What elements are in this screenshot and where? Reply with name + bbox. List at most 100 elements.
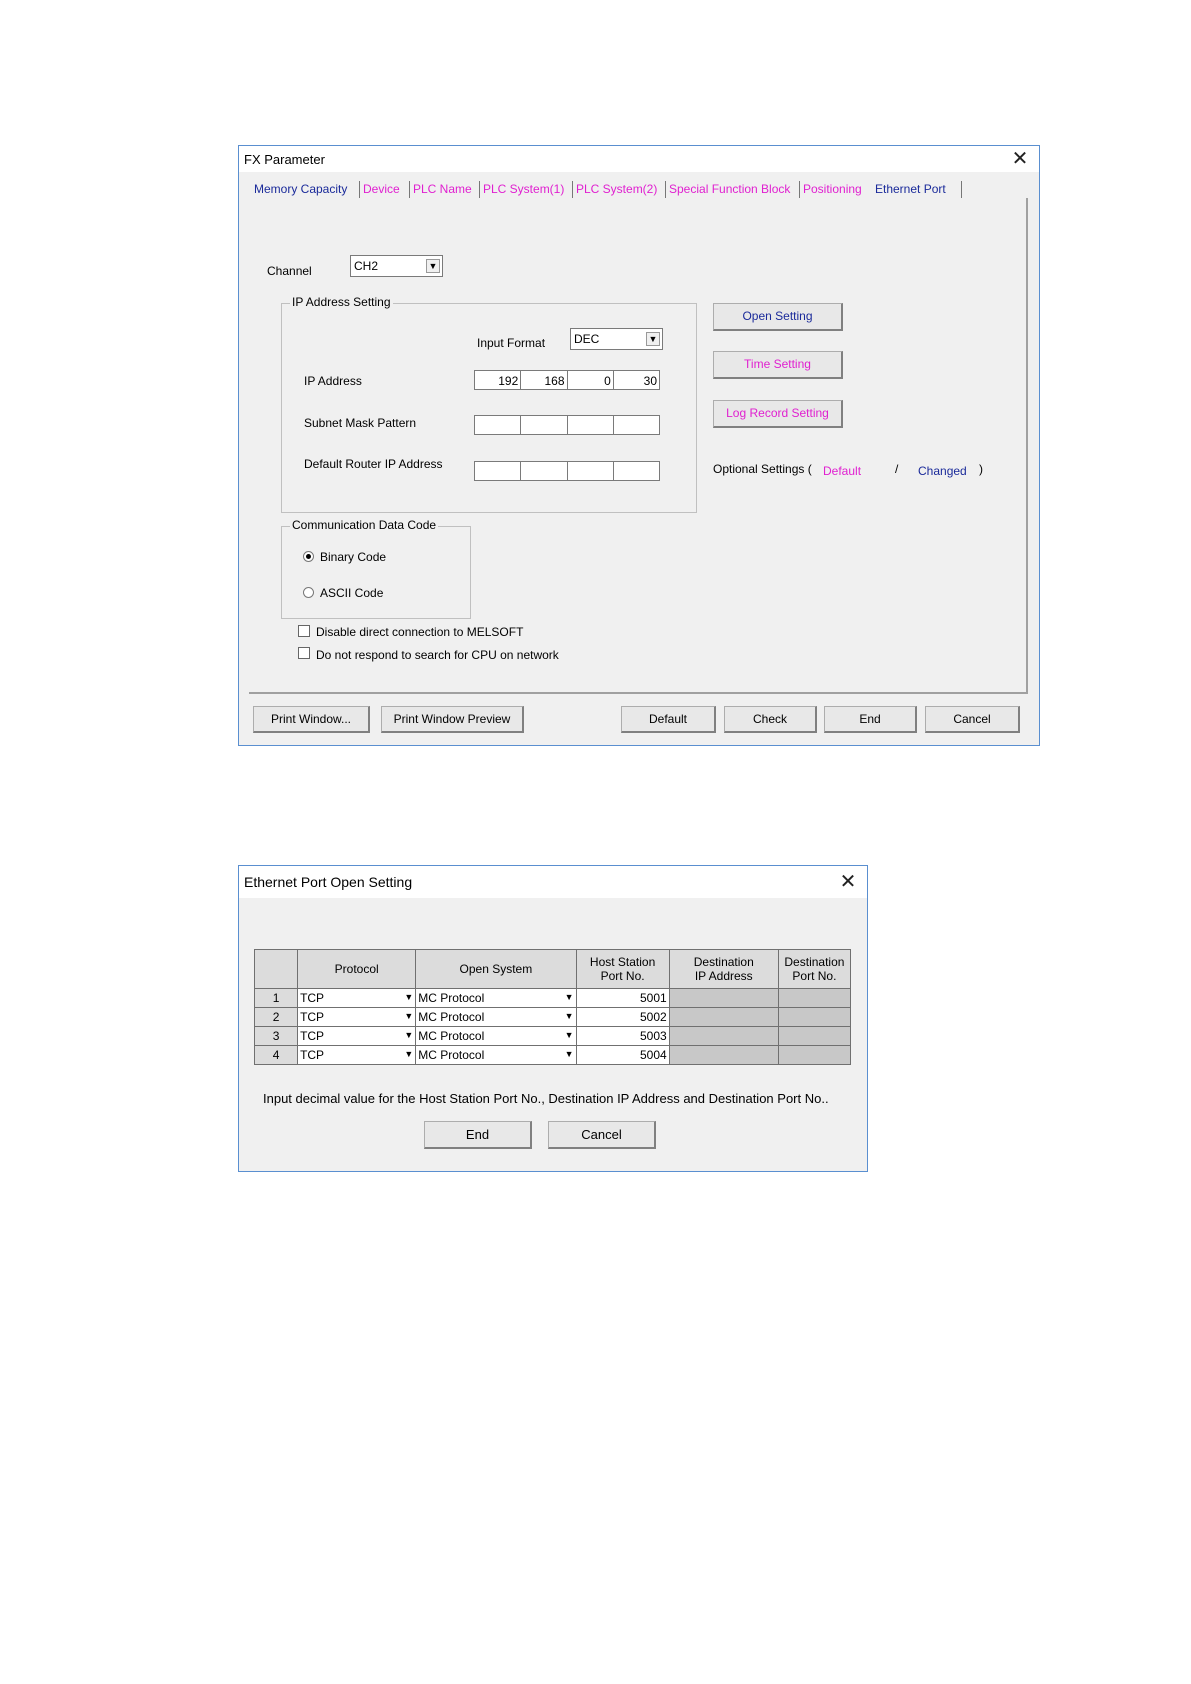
tab-plc-system-2[interactable]: PLC System(2) (576, 182, 657, 196)
ip-octet-1[interactable]: 192 (475, 371, 522, 389)
protocol-value: TCP (300, 991, 325, 1005)
optional-settings-label: Optional Settings ( (713, 462, 812, 476)
protocol-value: TCP (300, 1029, 325, 1043)
open-system-select[interactable]: MC Protocol ▼ (415, 988, 577, 1008)
communication-data-code-group: Communication Data Code (281, 518, 471, 619)
open-cancel-button[interactable]: Cancel (548, 1121, 656, 1149)
input-format-select[interactable]: DEC ▼ (570, 328, 663, 350)
router-octet-2[interactable] (521, 462, 568, 480)
protocol-select[interactable]: TCP ▼ (297, 1045, 417, 1065)
channel-label: Channel (267, 264, 312, 278)
header-dest-ip-line1: Destination (693, 955, 754, 969)
ascii-code-radio[interactable] (303, 587, 314, 598)
close-icon[interactable]: ✕ (1009, 148, 1031, 170)
chevron-down-icon: ▼ (646, 332, 660, 346)
tab-device[interactable]: Device (363, 182, 400, 196)
input-format-value: DEC (574, 332, 600, 346)
row-number: 4 (253, 1045, 299, 1065)
optional-changed-link[interactable]: Changed (918, 464, 967, 478)
open-system-select[interactable]: MC Protocol ▼ (415, 1007, 577, 1027)
default-router-input[interactable] (474, 461, 660, 481)
binary-code-label: Binary Code (320, 550, 387, 564)
open-system-value: MC Protocol (418, 1010, 485, 1024)
destination-port-input (777, 1007, 852, 1027)
no-respond-search-checkbox[interactable] (298, 647, 310, 659)
ip-address-input[interactable]: 192 168 0 30 (474, 370, 660, 390)
end-button[interactable]: End (824, 706, 917, 733)
no-respond-search-label: Do not respond to search for CPU on netw… (316, 648, 559, 662)
protocol-select[interactable]: TCP ▼ (297, 1026, 417, 1046)
header-host-station-port: Host Station Port No. (575, 949, 670, 989)
table-row: 4 TCP ▼ MC Protocol ▼ 5004 (253, 1045, 852, 1065)
host-port-input[interactable]: 5001 (575, 988, 670, 1008)
close-icon[interactable]: ✕ (837, 871, 859, 893)
protocol-select[interactable]: TCP ▼ (297, 1007, 417, 1027)
print-window-button[interactable]: Print Window... (253, 706, 370, 733)
header-dest-port-line2: Port No. (792, 969, 837, 983)
tab-separator (665, 181, 666, 198)
subnet-mask-input[interactable] (474, 415, 660, 435)
input-note: Input decimal value for the Host Station… (263, 1091, 829, 1106)
ip-address-label: IP Address (304, 374, 362, 388)
header-host-port-line1: Host Station (589, 955, 656, 969)
time-setting-button[interactable]: Time Setting (713, 351, 843, 379)
ip-octet-2[interactable]: 168 (521, 371, 568, 389)
binary-code-radio[interactable] (303, 551, 314, 562)
tab-separator (572, 181, 573, 198)
protocol-value: TCP (300, 1048, 325, 1062)
protocol-select[interactable]: TCP ▼ (297, 988, 417, 1008)
open-system-select[interactable]: MC Protocol ▼ (415, 1045, 577, 1065)
table-row: 3 TCP ▼ MC Protocol ▼ 5003 (253, 1026, 852, 1046)
tab-plc-system-1[interactable]: PLC System(1) (483, 182, 564, 196)
router-octet-4[interactable] (614, 462, 659, 480)
tab-plc-name[interactable]: PLC Name (413, 182, 472, 196)
disable-direct-connection-checkbox[interactable] (298, 625, 310, 637)
cancel-button[interactable]: Cancel (925, 706, 1020, 733)
subnet-octet-2[interactable] (521, 416, 568, 434)
chevron-down-icon: ▼ (426, 259, 440, 273)
chevron-down-icon: ▼ (564, 1030, 574, 1040)
row-number: 1 (253, 988, 299, 1008)
open-setting-button[interactable]: Open Setting (713, 303, 843, 331)
tab-special-function-block[interactable]: Special Function Block (669, 182, 790, 196)
optional-default-link[interactable]: Default (823, 464, 861, 478)
print-window-preview-button[interactable]: Print Window Preview (381, 706, 524, 733)
header-dest-ip-line2: IP Address (694, 969, 753, 983)
tab-positioning[interactable]: Positioning (803, 182, 862, 196)
tab-ethernet-port[interactable]: Ethernet Port (875, 182, 946, 196)
host-port-input[interactable]: 5003 (575, 1026, 670, 1046)
table-header-row: Protocol Open System Host Station Port No… (253, 949, 852, 989)
open-system-value: MC Protocol (418, 1048, 485, 1062)
subnet-octet-4[interactable] (614, 416, 659, 434)
router-octet-1[interactable] (475, 462, 522, 480)
host-port-input[interactable]: 5002 (575, 1007, 670, 1027)
fx-parameter-titlebar: FX Parameter ✕ (239, 146, 1039, 172)
subnet-octet-3[interactable] (568, 416, 614, 434)
chevron-down-icon: ▼ (564, 1011, 574, 1021)
tab-separator (479, 181, 480, 198)
chevron-down-icon: ▼ (564, 1049, 574, 1059)
ip-octet-4[interactable]: 30 (614, 371, 659, 389)
router-octet-3[interactable] (568, 462, 614, 480)
table-row: 1 TCP ▼ MC Protocol ▼ 5001 (253, 988, 852, 1008)
open-setting-titlebar: Ethernet Port Open Setting ✕ (239, 866, 867, 898)
destination-port-input (777, 1026, 852, 1046)
subnet-octet-1[interactable] (475, 416, 522, 434)
header-row-number (253, 949, 299, 989)
open-system-select[interactable]: MC Protocol ▼ (415, 1026, 577, 1046)
open-system-value: MC Protocol (418, 1029, 485, 1043)
channel-select[interactable]: CH2 ▼ (350, 255, 443, 277)
log-record-setting-button[interactable]: Log Record Setting (713, 400, 843, 428)
ip-octet-3[interactable]: 0 (568, 371, 614, 389)
chevron-down-icon: ▼ (404, 1030, 414, 1040)
default-button[interactable]: Default (621, 706, 716, 733)
row-number: 2 (253, 1007, 299, 1027)
row-number: 3 (253, 1026, 299, 1046)
check-button[interactable]: Check (724, 706, 817, 733)
tab-memory-capacity[interactable]: Memory Capacity (254, 182, 347, 196)
host-port-input[interactable]: 5004 (575, 1045, 670, 1065)
optional-slash: / (895, 462, 899, 476)
tab-separator (961, 181, 962, 198)
open-setting-title: Ethernet Port Open Setting (244, 874, 413, 890)
open-end-button[interactable]: End (424, 1121, 532, 1149)
